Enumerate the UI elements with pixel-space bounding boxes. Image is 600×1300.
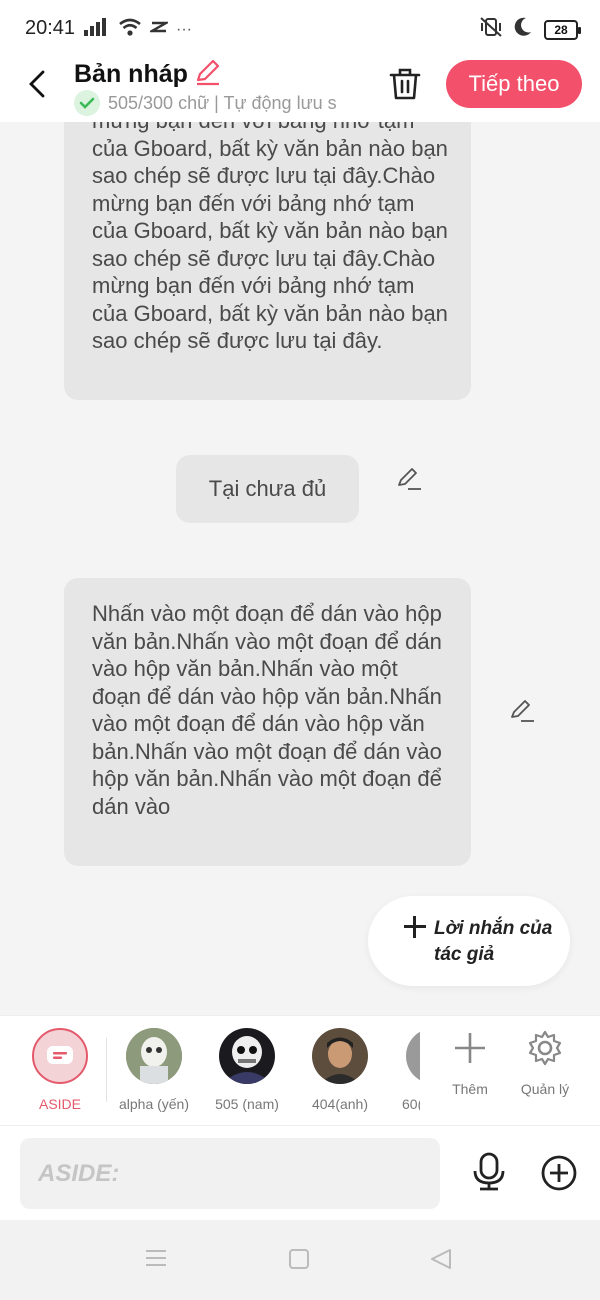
system-nav-bar xyxy=(0,1220,600,1300)
avatar xyxy=(406,1028,420,1084)
character-name: 404(anh) xyxy=(311,1096,369,1112)
add-label: Thêm xyxy=(452,1081,488,1097)
recent-apps-button[interactable] xyxy=(143,1246,173,1274)
gear-icon xyxy=(528,1030,562,1066)
capcut-icon xyxy=(147,19,171,40)
more-dots-icon: ··· xyxy=(176,20,192,38)
character-60[interactable]: 60( xyxy=(388,1028,420,1112)
signal-icon xyxy=(84,18,110,41)
battery-icon: 28 xyxy=(544,19,581,40)
avatar xyxy=(126,1028,182,1084)
vibrate-icon xyxy=(480,17,502,42)
plus-icon xyxy=(455,1033,485,1063)
edit-message-icon[interactable] xyxy=(508,696,536,724)
character-aside[interactable]: ASIDE xyxy=(15,1028,105,1112)
add-character-button[interactable]: Thêm xyxy=(435,1030,505,1097)
home-button[interactable] xyxy=(286,1246,316,1274)
character-name: ASIDE xyxy=(38,1096,81,1112)
manage-button[interactable]: Quản lý xyxy=(510,1030,580,1097)
header: Bản nháp 505/300 chữ | Tự động lưu s Tiế… xyxy=(0,58,600,122)
character-name: 60( xyxy=(402,1096,420,1112)
saved-check-icon xyxy=(74,90,100,116)
author-note-button[interactable]: Lời nhắn của tác giả xyxy=(368,896,570,986)
back-button[interactable] xyxy=(22,66,52,102)
avatar xyxy=(312,1028,368,1084)
character-bar: ASIDE alpha (yến) 505 (nam) 404(anh) 60(… xyxy=(0,1015,600,1125)
microphone-button[interactable] xyxy=(470,1152,508,1192)
next-button[interactable]: Tiếp theo xyxy=(446,60,582,108)
word-count-status: 505/300 chữ | Tự động lưu s xyxy=(108,92,337,113)
microphone-icon xyxy=(473,1152,505,1191)
chat-bubble-icon xyxy=(47,1046,73,1064)
character-name: alpha (yến) xyxy=(118,1096,190,1112)
character-name: 505 (nam) xyxy=(215,1096,279,1112)
manage-label: Quản lý xyxy=(520,1081,570,1097)
back-triangle-icon xyxy=(431,1249,451,1269)
author-note-label: Lời nhắn của tác giả xyxy=(434,918,553,965)
draft-content[interactable]: mừng bạn đến với bảng nhớ tạm của Gboard… xyxy=(0,122,600,1015)
status-bar: 20:41 ··· 28 xyxy=(0,0,600,58)
divider xyxy=(106,1038,107,1102)
delete-button[interactable] xyxy=(386,64,424,104)
menu-icon xyxy=(146,1250,166,1266)
trash-icon xyxy=(389,68,421,100)
message-bubble[interactable]: Nhấn vào một đoạn để dán vào hộp văn bản… xyxy=(64,578,471,866)
status-time: 20:41 xyxy=(25,17,76,39)
plus-circle-icon xyxy=(541,1155,577,1191)
back-nav-button[interactable] xyxy=(428,1246,458,1274)
avatar xyxy=(219,1028,275,1084)
aside-avatar xyxy=(32,1028,88,1084)
aside-input[interactable] xyxy=(20,1138,440,1209)
plus-icon xyxy=(404,916,426,938)
moon-icon xyxy=(514,17,532,42)
character-alpha[interactable]: alpha (yến) xyxy=(109,1028,199,1112)
add-attachment-button[interactable] xyxy=(540,1154,578,1192)
home-square-icon xyxy=(289,1249,309,1269)
message-bubble[interactable]: Tại chưa đủ xyxy=(176,455,359,523)
input-bar xyxy=(0,1125,600,1220)
character-505[interactable]: 505 (nam) xyxy=(202,1028,292,1112)
wifi-icon xyxy=(118,18,142,41)
edit-title-icon[interactable] xyxy=(194,58,222,91)
page-title: Bản nháp xyxy=(74,60,188,88)
chevron-left-icon xyxy=(29,70,45,98)
character-404[interactable]: 404(anh) xyxy=(295,1028,385,1112)
message-bubble[interactable]: mừng bạn đến với bảng nhớ tạm của Gboard… xyxy=(64,122,471,400)
edit-message-icon[interactable] xyxy=(395,464,423,492)
